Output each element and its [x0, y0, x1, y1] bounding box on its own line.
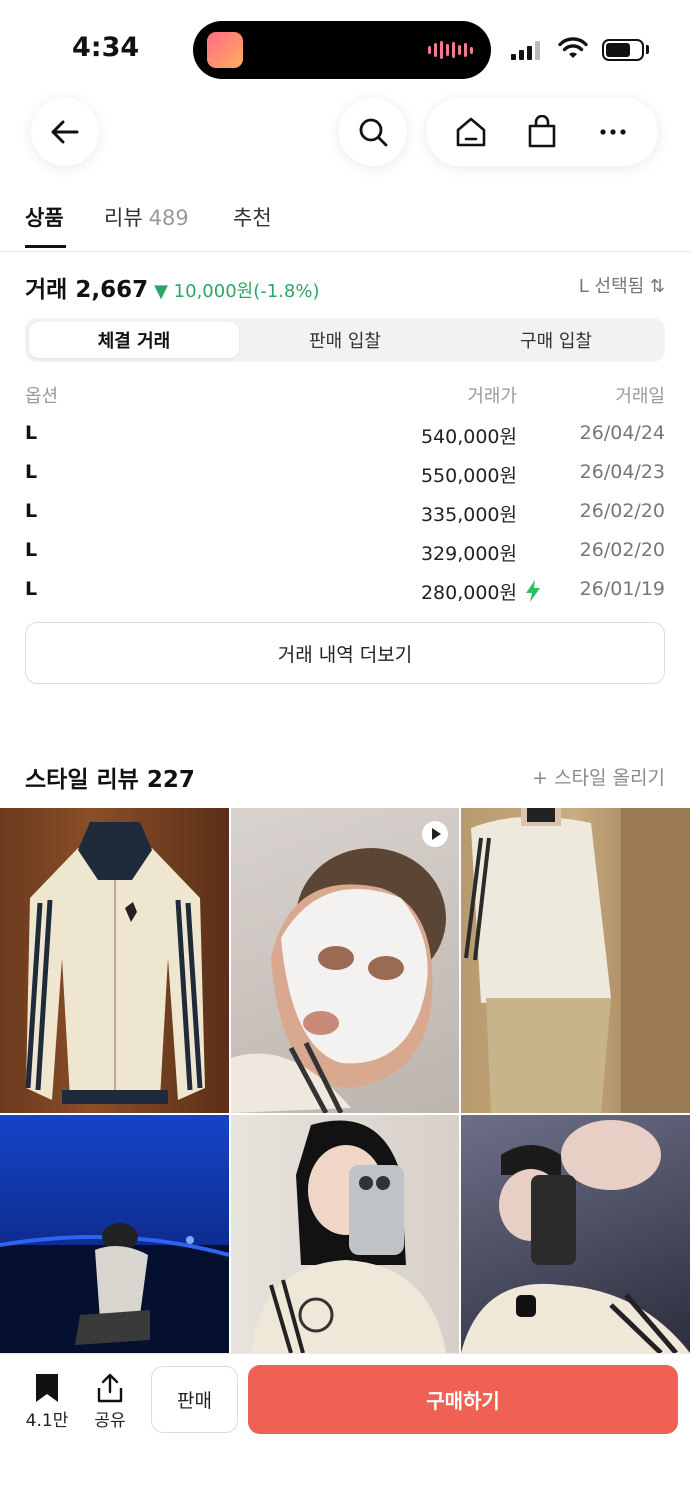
more-trade-history-button[interactable]: 거래 내역 더보기 [25, 622, 665, 684]
trade-summary: 거래 2,667 ▼ 10,000원(-1.8%) [25, 270, 665, 304]
dynamic-island [193, 21, 491, 79]
video-play-icon [422, 821, 448, 847]
bookmark-icon [36, 1374, 58, 1402]
row-date: 26/01/19 [579, 578, 665, 600]
style-photo[interactable] [461, 808, 690, 1113]
battery-icon [602, 39, 644, 61]
segment-completed-trades[interactable]: 체결 거래 [29, 322, 239, 358]
wifi-icon [558, 37, 588, 58]
row-date: 26/02/20 [579, 500, 665, 522]
active-tab-indicator [25, 245, 66, 248]
header-price: 거래가 [467, 386, 517, 407]
segment-buy-bids[interactable]: 구매 입찰 [451, 322, 661, 358]
bookmark-count: 4.1만 [25, 1411, 69, 1431]
style-photo[interactable] [231, 1115, 459, 1353]
share-button[interactable]: 공유 [90, 1372, 130, 1431]
share-icon [97, 1373, 123, 1403]
style-photo[interactable] [0, 1115, 229, 1353]
status-time: 4:34 [72, 32, 140, 63]
nav-actions [426, 98, 658, 166]
share-label: 공유 [94, 1411, 126, 1431]
tab-recommend[interactable]: 추천 [233, 202, 272, 232]
lightning-icon [526, 580, 540, 602]
review-count: 489 [148, 206, 189, 230]
upload-style-link[interactable]: + 스타일 올리기 [532, 763, 665, 790]
back-button[interactable] [31, 98, 99, 166]
row-price: 329,000원 [420, 543, 517, 565]
header-date: 거래일 [615, 386, 665, 407]
cellular-signal-icon [511, 40, 540, 60]
trade-count: 거래 2,667 [25, 277, 149, 303]
style-photo-grid [0, 808, 690, 1353]
shopping-bag-icon[interactable] [525, 115, 559, 149]
search-button[interactable] [339, 98, 407, 166]
table-row: L 540,000원 26/04/24 [25, 422, 665, 461]
table-row: L 280,000원 26/01/19 [25, 578, 665, 617]
style-review-title: 스타일 리뷰 227 [25, 767, 195, 793]
price-change: ▼ 10,000원(-1.8%) [154, 281, 320, 302]
size-selector[interactable]: L 선택됨 ⇅ [579, 272, 665, 298]
more-options-icon[interactable] [596, 115, 630, 149]
bookmark-button[interactable]: 4.1만 [24, 1372, 70, 1431]
product-tabs: 상품 리뷰 489 추천 [0, 196, 690, 252]
row-price: 280,000원 [420, 582, 517, 604]
style-photo[interactable] [0, 808, 229, 1113]
style-photo[interactable] [461, 1115, 690, 1353]
home-icon[interactable] [454, 115, 488, 149]
row-option: L [25, 539, 38, 561]
tab-product[interactable]: 상품 [25, 202, 64, 232]
row-price: 550,000원 [420, 465, 517, 487]
header-option: 옵션 [25, 386, 59, 407]
segment-sell-bids[interactable]: 판매 입찰 [240, 322, 450, 358]
search-icon [359, 118, 388, 147]
app-icon [207, 32, 243, 68]
style-video-thumbnail[interactable] [231, 808, 459, 1113]
buy-button[interactable]: 구매하기 [248, 1365, 678, 1434]
trade-segment-control: 체결 거래 판매 입찰 구매 입찰 [25, 318, 665, 362]
row-date: 26/04/24 [579, 422, 665, 444]
table-row: L 550,000원 26/04/23 [25, 461, 665, 500]
table-row: L 335,000원 26/02/20 [25, 500, 665, 539]
row-price: 335,000원 [420, 504, 517, 526]
audio-wave-icon [428, 41, 473, 59]
row-date: 26/04/23 [579, 461, 665, 483]
row-option: L [25, 461, 38, 483]
arrow-left-icon [51, 120, 79, 144]
sell-button[interactable]: 판매 [151, 1366, 238, 1433]
row-date: 26/02/20 [579, 539, 665, 561]
table-row: L 329,000원 26/02/20 [25, 539, 665, 578]
row-option: L [25, 578, 38, 600]
row-price: 540,000원 [420, 426, 517, 448]
row-option: L [25, 500, 38, 522]
row-option: L [25, 422, 38, 444]
tab-reviews[interactable]: 리뷰 489 [104, 202, 189, 232]
